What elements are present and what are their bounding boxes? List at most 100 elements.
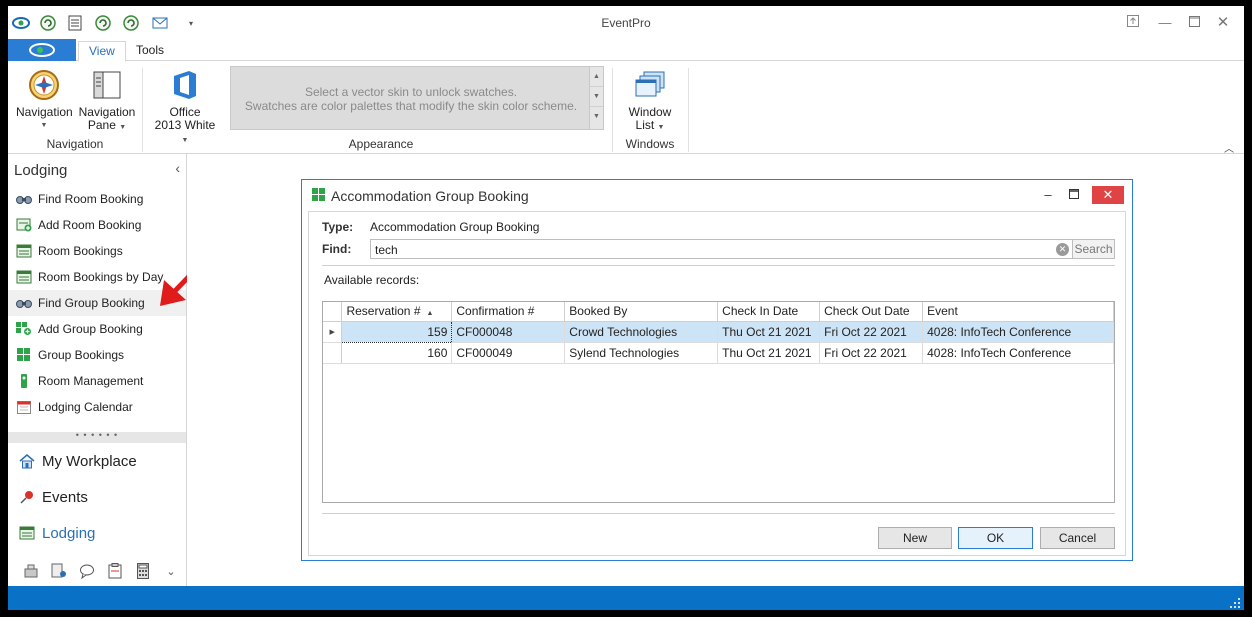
nav-item-label: Lodging Calendar bbox=[38, 400, 133, 414]
nav-item-label: Room Management bbox=[38, 374, 144, 388]
column-header-event[interactable]: Event bbox=[922, 302, 1114, 322]
clear-search-icon[interactable]: ✕ bbox=[1056, 243, 1069, 256]
scroll-up-icon[interactable]: ▲ bbox=[590, 67, 603, 87]
cell-confirmation[interactable]: CF000048 bbox=[451, 321, 566, 343]
group-navigation-label: Navigation bbox=[46, 137, 104, 151]
dialog-close-button[interactable]: ✕ bbox=[1092, 186, 1124, 204]
minimize-icon[interactable]: — bbox=[1156, 14, 1174, 32]
column-header-booked-by[interactable]: Booked By bbox=[564, 302, 719, 322]
clipboard-module-icon[interactable] bbox=[106, 562, 124, 580]
find-label: Find: bbox=[322, 242, 352, 256]
maximize-icon[interactable] bbox=[1185, 14, 1203, 32]
navigation-button-label: Navigation bbox=[16, 105, 73, 119]
binoculars-icon bbox=[16, 296, 32, 310]
dialog-minimize-icon[interactable]: – bbox=[1036, 186, 1060, 204]
nav-item-label: Find Room Booking bbox=[38, 192, 144, 206]
table-row[interactable]: ▶ 159 CF000048 Crowd Technologies Thu Oc… bbox=[323, 320, 1114, 343]
room-management-icon bbox=[16, 374, 32, 388]
nav-item-group-bookings[interactable]: Group Bookings bbox=[8, 342, 186, 368]
cell-event[interactable]: 4028: InfoTech Conference bbox=[922, 342, 1114, 364]
calculator-module-icon[interactable] bbox=[134, 562, 152, 580]
column-header-check-in[interactable]: Check In Date bbox=[717, 302, 821, 322]
pane-splitter[interactable]: • • • • • • bbox=[8, 431, 186, 443]
tab-tools[interactable]: Tools bbox=[126, 41, 174, 62]
navigation-pane: Lodging ‹ Find Room Booking Add Room Boo… bbox=[8, 154, 187, 586]
module-label: Lodging bbox=[42, 524, 96, 542]
nav-item-add-group-booking[interactable]: Add Group Booking bbox=[8, 316, 186, 342]
swatch-message: Select a vector skin to unlock swatches.… bbox=[244, 85, 578, 113]
chat-module-icon[interactable] bbox=[78, 562, 96, 580]
column-header-confirmation[interactable]: Confirmation # bbox=[451, 302, 566, 322]
divider bbox=[322, 513, 1115, 514]
nav-item-room-management[interactable]: Room Management bbox=[8, 368, 186, 394]
column-header-check-out[interactable]: Check Out Date bbox=[819, 302, 924, 322]
module-lodging[interactable]: Lodging bbox=[8, 515, 186, 551]
ribbon-tab-strip: View Tools bbox=[8, 39, 1244, 62]
table-row[interactable]: 160 CF000049 Sylend Technologies Thu Oct… bbox=[323, 342, 1114, 364]
status-bar bbox=[8, 586, 1244, 610]
application-menu-button[interactable] bbox=[8, 39, 76, 61]
collapse-ribbon-icon[interactable]: ︿ bbox=[1224, 140, 1234, 155]
nav-item-label: Add Group Booking bbox=[38, 322, 143, 336]
nav-item-label: Group Bookings bbox=[38, 348, 125, 362]
nav-item-label: Room Bookings by Day bbox=[38, 270, 164, 284]
find-input[interactable]: tech ✕ Search bbox=[370, 239, 1115, 259]
nav-item-find-room-booking[interactable]: Find Room Booking bbox=[8, 186, 186, 212]
add-group-icon bbox=[16, 322, 32, 336]
find-input-value: tech bbox=[375, 243, 398, 257]
nav-item-lodging-calendar[interactable]: Lodging Calendar bbox=[8, 394, 186, 420]
scroll-down-icon[interactable]: ▼ bbox=[590, 87, 603, 107]
cell-check-out[interactable]: Fri Oct 22 2021 bbox=[819, 321, 924, 343]
nav-pane-title: Lodging bbox=[14, 162, 68, 179]
cancel-button[interactable]: Cancel bbox=[1040, 527, 1115, 549]
ribbon-group-separator bbox=[688, 68, 689, 152]
cell-check-out[interactable]: Fri Oct 22 2021 bbox=[819, 342, 924, 364]
column-header-reservation[interactable]: Reservation # ▲ bbox=[341, 302, 453, 322]
cell-booked-by[interactable]: Crowd Technologies bbox=[564, 321, 719, 343]
dropdown-caret-icon: ▼ bbox=[40, 122, 48, 129]
navigation-pane-button[interactable]: Navigation Pane ▼ bbox=[76, 68, 138, 134]
ribbon-group-separator bbox=[142, 68, 143, 152]
new-button[interactable]: New bbox=[878, 527, 952, 549]
tools-module-icon[interactable] bbox=[22, 562, 40, 580]
tab-view[interactable]: View bbox=[78, 41, 126, 62]
cell-confirmation[interactable]: CF000049 bbox=[451, 342, 566, 364]
office-skin-button[interactable]: Office 2013 White ▼ bbox=[150, 68, 220, 147]
ok-button[interactable]: OK bbox=[958, 527, 1033, 549]
module-my-workplace[interactable]: My Workplace bbox=[8, 443, 186, 479]
swatch-gallery[interactable]: Select a vector skin to unlock swatches.… bbox=[230, 66, 604, 130]
cell-reservation[interactable]: 160 bbox=[341, 342, 453, 364]
resize-grip-icon[interactable] bbox=[1230, 598, 1240, 608]
records-grid[interactable]: Reservation # ▲ Confirmation # Booked By … bbox=[322, 301, 1115, 503]
cell-event[interactable]: 4028: InfoTech Conference bbox=[922, 321, 1114, 343]
cell-check-in[interactable]: Thu Oct 21 2021 bbox=[717, 342, 821, 364]
cell-check-in[interactable]: Thu Oct 21 2021 bbox=[717, 321, 821, 343]
navigation-pane-icon bbox=[90, 68, 124, 102]
ribbon-display-options-icon[interactable] bbox=[1124, 14, 1142, 32]
ribbon: Navigation ▼ Navigation Pane ▼ Navigatio… bbox=[8, 62, 1244, 155]
swatch-gallery-scroller[interactable]: ▲ ▼ ▼ bbox=[589, 67, 603, 129]
cell-booked-by[interactable]: Sylend Technologies bbox=[564, 342, 719, 364]
navigation-pane-label-2: Pane ▼ bbox=[87, 118, 127, 132]
nav-item-label: Room Bookings bbox=[38, 244, 123, 258]
dialog-title-bar[interactable]: Accommodation Group Booking – ✕ bbox=[302, 180, 1132, 210]
module-events[interactable]: Events bbox=[8, 479, 186, 515]
records-table: Reservation # ▲ Confirmation # Booked By … bbox=[323, 302, 1114, 364]
workplace-icon bbox=[18, 452, 36, 470]
collapse-pane-icon[interactable]: ‹ bbox=[175, 160, 180, 176]
title-bar: ▾ EventPro — ✕ bbox=[8, 6, 1244, 39]
chevron-down-icon[interactable]: ⌄ bbox=[162, 562, 180, 580]
available-records-label: Available records: bbox=[324, 273, 420, 287]
navigation-button[interactable]: Navigation ▼ bbox=[16, 68, 73, 132]
group-appearance-label: Appearance bbox=[348, 137, 414, 151]
contacts-module-icon[interactable] bbox=[50, 562, 68, 580]
gallery-expand-icon[interactable]: ▼ bbox=[590, 107, 603, 127]
accommodation-group-booking-dialog: Accommodation Group Booking – ✕ Type: Ac… bbox=[301, 179, 1133, 561]
window-list-button[interactable]: Window List ▼ bbox=[620, 68, 680, 134]
type-label: Type: bbox=[322, 220, 354, 234]
dialog-maximize-icon[interactable] bbox=[1062, 186, 1086, 204]
close-icon[interactable]: ✕ bbox=[1214, 14, 1232, 32]
cell-reservation[interactable]: 159 bbox=[341, 320, 453, 343]
search-button[interactable]: Search bbox=[1072, 240, 1114, 258]
nav-overflow-bar: ⌄ bbox=[8, 558, 186, 584]
